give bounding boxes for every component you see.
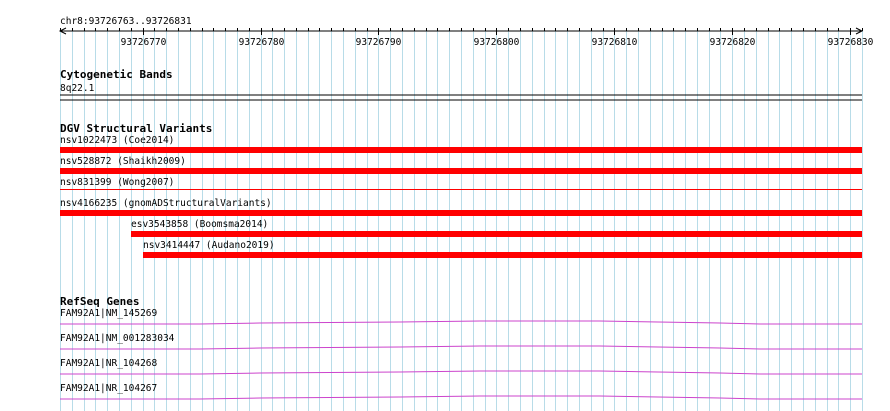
dgv-feature-label: nsv528872 (Shaikh2009) xyxy=(60,156,186,167)
dgv-feature-bar[interactable] xyxy=(60,147,862,153)
refseq-feature-label: FAM92A1|NR_104268 xyxy=(60,358,158,369)
ruler-tick-label: 93726830 xyxy=(828,37,874,48)
ruler-tick-label: 93726770 xyxy=(121,37,167,48)
dgv-feature[interactable]: nsv3414447 (Audano2019) xyxy=(143,240,862,258)
ruler-tick-label: 93726800 xyxy=(474,37,520,48)
dgv-feature-bar[interactable] xyxy=(60,168,862,174)
browser-canvas: chr8:93726763..93726831 93726770 93726780… xyxy=(58,16,874,411)
ruler-tick-label: 93726780 xyxy=(239,37,285,48)
genome-browser: chr8:93726763..93726831 93726770 93726780… xyxy=(0,0,890,411)
dgv-feature-bar[interactable] xyxy=(143,252,862,258)
cytoband-label: 8q22.1 xyxy=(60,83,95,94)
dgv-feature-bar[interactable] xyxy=(60,189,862,190)
refseq-feature-label: FAM92A1|NR_104267 xyxy=(60,383,157,394)
dgv-feature-bar[interactable] xyxy=(131,231,862,237)
dgv-feature-label: nsv4166235 (gnomADStructuralVariants) xyxy=(60,198,272,209)
dgv-feature-label: nsv1022473 (Coe2014) xyxy=(60,135,174,146)
locus-label: chr8:93726763..93726831 xyxy=(60,16,192,27)
refseq-feature-label: FAM92A1|NM_001283034 xyxy=(60,333,175,344)
ruler: chr8:93726763..93726831 93726770 93726780… xyxy=(58,16,874,48)
dgv-feature-label: nsv831399 (Wong2007) xyxy=(60,177,174,188)
refseq-feature-label: FAM92A1|NM_145269 xyxy=(60,308,158,319)
ruler-tick-label: 93726790 xyxy=(356,37,402,48)
dgv-feature-label: nsv3414447 (Audano2019) xyxy=(143,240,275,251)
cytoband-track-title: Cytogenetic Bands xyxy=(60,68,173,81)
dgv-feature-bar[interactable] xyxy=(60,210,862,216)
refseq-track-title: RefSeq Genes xyxy=(60,295,139,308)
dgv-feature-label: esv3543858 (Boomsma2014) xyxy=(131,219,268,230)
ruler-tick-label: 93726810 xyxy=(592,37,638,48)
ruler-tick-label: 93726820 xyxy=(710,37,756,48)
dgv-track-title: DGV Structural Variants xyxy=(60,122,212,135)
